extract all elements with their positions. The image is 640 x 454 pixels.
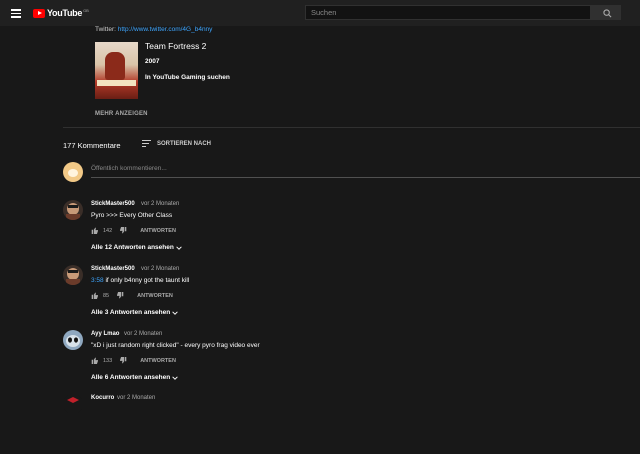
comments-count: 177 Kommentare (63, 141, 121, 150)
comment-author[interactable]: StickMaster500 (91, 201, 135, 207)
comment-author[interactable]: Ayy Lmao (91, 331, 119, 337)
reply-button[interactable]: ANTWORTEN (137, 293, 173, 299)
youtube-logo[interactable]: YouTube GB (33, 8, 89, 18)
timestamp-link[interactable]: 3:58 (91, 277, 104, 284)
comment-thread: StickMaster500 vor 2 Monaten 3:58 if onl… (63, 265, 640, 325)
reply-button[interactable]: ANTWORTEN (140, 358, 176, 364)
chevron-down-icon (172, 375, 178, 380)
comment-time[interactable]: vor 2 Monaten (141, 266, 179, 272)
logo-text: YouTube (47, 8, 83, 18)
view-replies-label: Alle 12 Antworten ansehen (91, 244, 174, 251)
thumbs-up-icon[interactable] (91, 227, 98, 234)
avatar[interactable] (63, 265, 83, 285)
thumbs-down-icon[interactable] (117, 292, 124, 299)
thumbs-up-icon[interactable] (91, 292, 98, 299)
comment-thread: Kocurro vor 2 Monaten (63, 394, 640, 454)
comment-actions: 85 ANTWORTEN (91, 292, 173, 299)
avatar[interactable] (63, 394, 83, 414)
hamburger-menu-icon[interactable] (11, 9, 21, 18)
sort-label: SORTIEREN NACH (157, 141, 212, 147)
view-replies-label: Alle 6 Antworten ansehen (91, 374, 171, 381)
search-input[interactable] (306, 6, 586, 19)
chevron-down-icon (172, 310, 178, 315)
comment-thread: StickMaster500 vor 2 Monaten Pyro >>> Ev… (63, 200, 640, 260)
logo-region: GB (83, 8, 89, 13)
sort-icon (142, 140, 151, 148)
show-more-button[interactable]: MEHR ANZEIGEN (95, 111, 148, 117)
comment-time[interactable]: vor 2 Monaten (124, 331, 162, 337)
thumbs-up-icon[interactable] (91, 357, 98, 364)
comment-actions: 133 ANTWORTEN (91, 357, 176, 364)
twitter-line: Twitter: http://www.twitter.com/4G_b4nny (95, 26, 212, 33)
thumbs-down-icon[interactable] (120, 357, 127, 364)
like-count: 85 (103, 292, 110, 299)
view-replies-button[interactable]: Alle 12 Antworten ansehen (91, 244, 182, 251)
play-logo-icon (33, 8, 45, 18)
comment-body: "xD i just random right clicked" - every… (91, 342, 260, 349)
view-replies-button[interactable]: Alle 6 Antworten ansehen (91, 374, 178, 381)
chevron-down-icon (176, 245, 182, 250)
comment-thread: Ayy Lmao vor 2 Monaten "xD i just random… (63, 330, 640, 390)
comment-body: if only b4nny got the taunt kill (103, 277, 190, 284)
game-cover-image[interactable] (95, 42, 138, 99)
game-year: 2007 (145, 58, 160, 65)
game-title[interactable]: Team Fortress 2 (145, 41, 206, 51)
twitter-label: Twitter: (95, 26, 116, 33)
reply-button[interactable]: ANTWORTEN (140, 228, 176, 234)
comment-text: "xD i just random right clicked" - every… (91, 342, 260, 349)
twitter-link[interactable]: http://www.twitter.com/4G_b4nny (118, 26, 213, 33)
masthead: YouTube GB (0, 0, 640, 26)
avatar[interactable] (63, 200, 83, 220)
search-box (305, 5, 591, 20)
youtube-gaming-link[interactable]: In YouTube Gaming suchen (145, 74, 230, 81)
user-avatar (63, 162, 83, 182)
divider (63, 127, 640, 128)
thumbs-down-icon[interactable] (120, 227, 127, 234)
search-button[interactable] (591, 5, 621, 20)
search-icon (603, 9, 612, 18)
comment-text: 3:58 if only b4nny got the taunt kill (91, 277, 189, 284)
like-count: 133 (103, 357, 113, 364)
avatar[interactable] (63, 330, 83, 350)
like-count: 142 (103, 227, 113, 234)
view-replies-button[interactable]: Alle 3 Antworten ansehen (91, 309, 178, 316)
comment-author[interactable]: StickMaster500 (91, 266, 135, 272)
add-comment-input[interactable]: Öffentlich kommentieren... (91, 165, 167, 172)
comment-input-underline (91, 177, 640, 178)
comment-time[interactable]: vor 2 Monaten (117, 395, 155, 401)
comment-time[interactable]: vor 2 Monaten (141, 201, 179, 207)
comment-body: Pyro >>> Every Other Class (91, 212, 173, 219)
comment-actions: 142 ANTWORTEN (91, 227, 176, 234)
sort-button[interactable]: SORTIEREN NACH (142, 140, 211, 148)
comment-author[interactable]: Kocurro (91, 395, 114, 401)
comment-text: Pyro >>> Every Other Class (91, 212, 172, 219)
view-replies-label: Alle 3 Antworten ansehen (91, 309, 171, 316)
